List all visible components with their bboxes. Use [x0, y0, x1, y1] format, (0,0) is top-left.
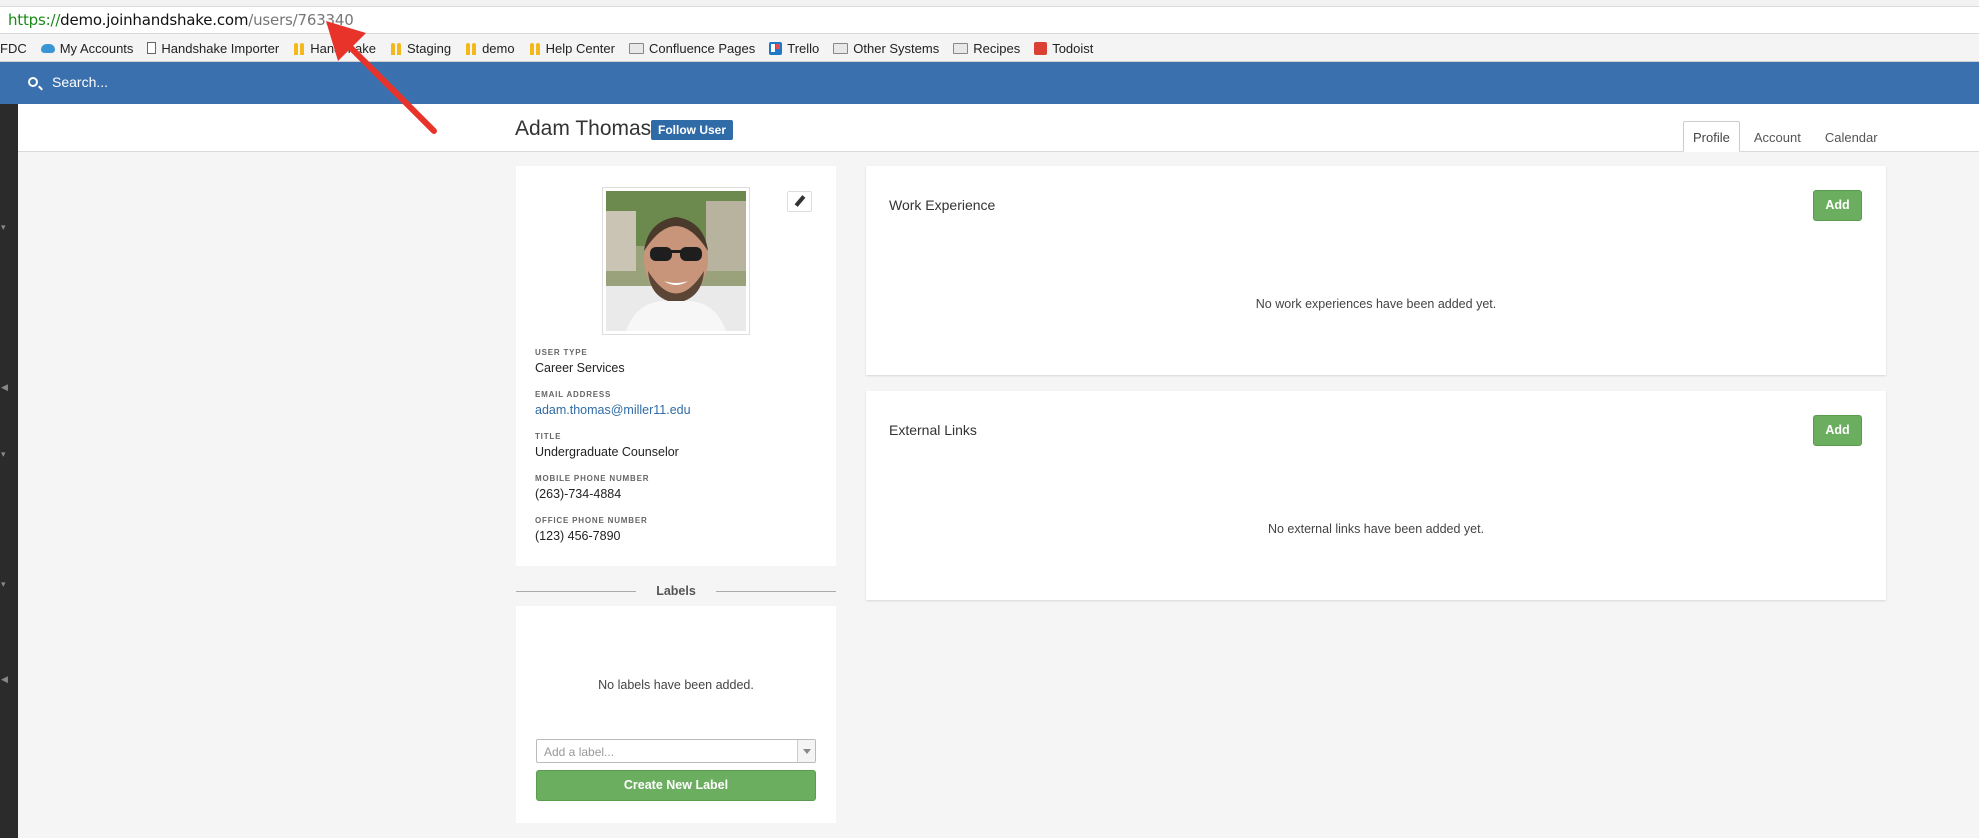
search-bar[interactable]: Search...: [0, 62, 1979, 104]
left-sidebar-strip: ▾ ◀ ▾ ▾ ◀: [0, 104, 18, 838]
bookmark-todoist[interactable]: Todoist: [1034, 41, 1093, 56]
email-link[interactable]: adam.thomas@miller11.edu: [535, 403, 691, 417]
bookmark-recipes[interactable]: Recipes: [953, 41, 1020, 56]
work-experience-empty-text: No work experiences have been added yet.: [1255, 297, 1497, 311]
bookmark-my-accounts[interactable]: My Accounts: [40, 41, 133, 56]
create-new-label-button[interactable]: Create New Label: [536, 770, 816, 801]
chevron-icon: ▾: [1, 222, 6, 232]
external-links-empty-text: No external links have been added yet.: [1267, 522, 1485, 536]
url-host: demo.joinhandshake.com: [60, 11, 249, 29]
field-label: TITLE: [535, 432, 562, 441]
browser-url-bar[interactable]: https://demo.joinhandshake.com/users/763…: [0, 0, 1979, 34]
folder-icon: [833, 42, 849, 54]
chevron-icon: ◀: [1, 382, 8, 392]
labels-empty-text: No labels have been added.: [598, 678, 754, 692]
chevron-icon: ▾: [1, 579, 6, 589]
folder-icon: [628, 42, 644, 54]
field-label: USER TYPE: [535, 348, 588, 357]
field-email: EMAIL ADDRESS adam.thomas@miller11.edu: [535, 390, 691, 417]
field-value: Undergraduate Counselor: [535, 445, 679, 459]
external-links-card: External Links Add No external links hav…: [866, 391, 1886, 600]
handshake-icon: [529, 41, 541, 55]
profile-tabs: Profile Account Calendar: [1683, 121, 1892, 152]
chevron-down-icon[interactable]: [797, 740, 815, 762]
browser-top-rule: [0, 0, 1979, 7]
work-experience-title: Work Experience: [889, 197, 996, 213]
red-arrow-annotation: [326, 21, 437, 134]
field-value: (123) 456-7890: [535, 529, 621, 543]
pencil-icon: [794, 195, 806, 207]
field-user-type: USER TYPE Career Services: [535, 348, 625, 375]
chevron-icon: ▾: [1, 449, 6, 459]
add-external-link-button[interactable]: Add: [1813, 415, 1862, 446]
tab-calendar[interactable]: Calendar: [1815, 121, 1888, 152]
cloud-icon: [40, 43, 55, 53]
bookmark-other-systems[interactable]: Other Systems: [833, 41, 939, 56]
todoist-icon: [1034, 41, 1048, 55]
bookmark-trello[interactable]: Trello: [769, 41, 819, 56]
tab-profile[interactable]: Profile: [1683, 121, 1740, 152]
chevron-icon: ◀: [1, 674, 8, 684]
search-icon: [28, 77, 38, 87]
add-work-experience-button[interactable]: Add: [1813, 190, 1862, 221]
folder-icon: [953, 42, 969, 54]
bookmarks-bar: FDC My Accounts Handshake Importer Hands…: [0, 35, 1979, 62]
tab-account[interactable]: Account: [1744, 121, 1811, 152]
handshake-icon: [465, 41, 477, 55]
field-title: TITLE Undergraduate Counselor: [535, 432, 679, 459]
avatar: [602, 187, 750, 335]
add-label-placeholder: Add a label...: [544, 745, 615, 759]
user-name: Adam Thomas: [515, 117, 652, 140]
bookmark-help-center[interactable]: Help Center: [529, 41, 615, 56]
field-label: EMAIL ADDRESS: [535, 390, 612, 399]
field-value: (263)-734-4884: [535, 487, 622, 501]
labels-heading: Labels: [636, 584, 716, 598]
work-experience-card: Work Experience Add No work experiences …: [866, 166, 1886, 375]
trello-icon: [769, 41, 783, 55]
url-protocol: https://: [8, 11, 61, 29]
field-label: OFFICE PHONE NUMBER: [535, 516, 648, 525]
bookmark-demo[interactable]: demo: [465, 41, 515, 56]
field-value: Career Services: [535, 361, 625, 375]
edit-profile-button[interactable]: [787, 191, 812, 212]
file-icon: [147, 42, 157, 54]
field-label: MOBILE PHONE NUMBER: [535, 474, 650, 483]
bookmark-confluence-pages[interactable]: Confluence Pages: [628, 41, 755, 56]
bookmark-handshake-importer[interactable]: Handshake Importer: [147, 41, 279, 56]
external-links-title: External Links: [889, 422, 977, 438]
add-label-select[interactable]: Add a label...: [536, 739, 816, 763]
follow-user-button[interactable]: Follow User: [651, 120, 734, 140]
bookmark-fdc[interactable]: FDC: [0, 41, 27, 56]
field-mobile-phone: MOBILE PHONE NUMBER (263)-734-4884: [535, 474, 649, 501]
search-input[interactable]: Search...: [52, 74, 108, 90]
field-office-phone: OFFICE PHONE NUMBER (123) 456-7890: [535, 516, 648, 543]
